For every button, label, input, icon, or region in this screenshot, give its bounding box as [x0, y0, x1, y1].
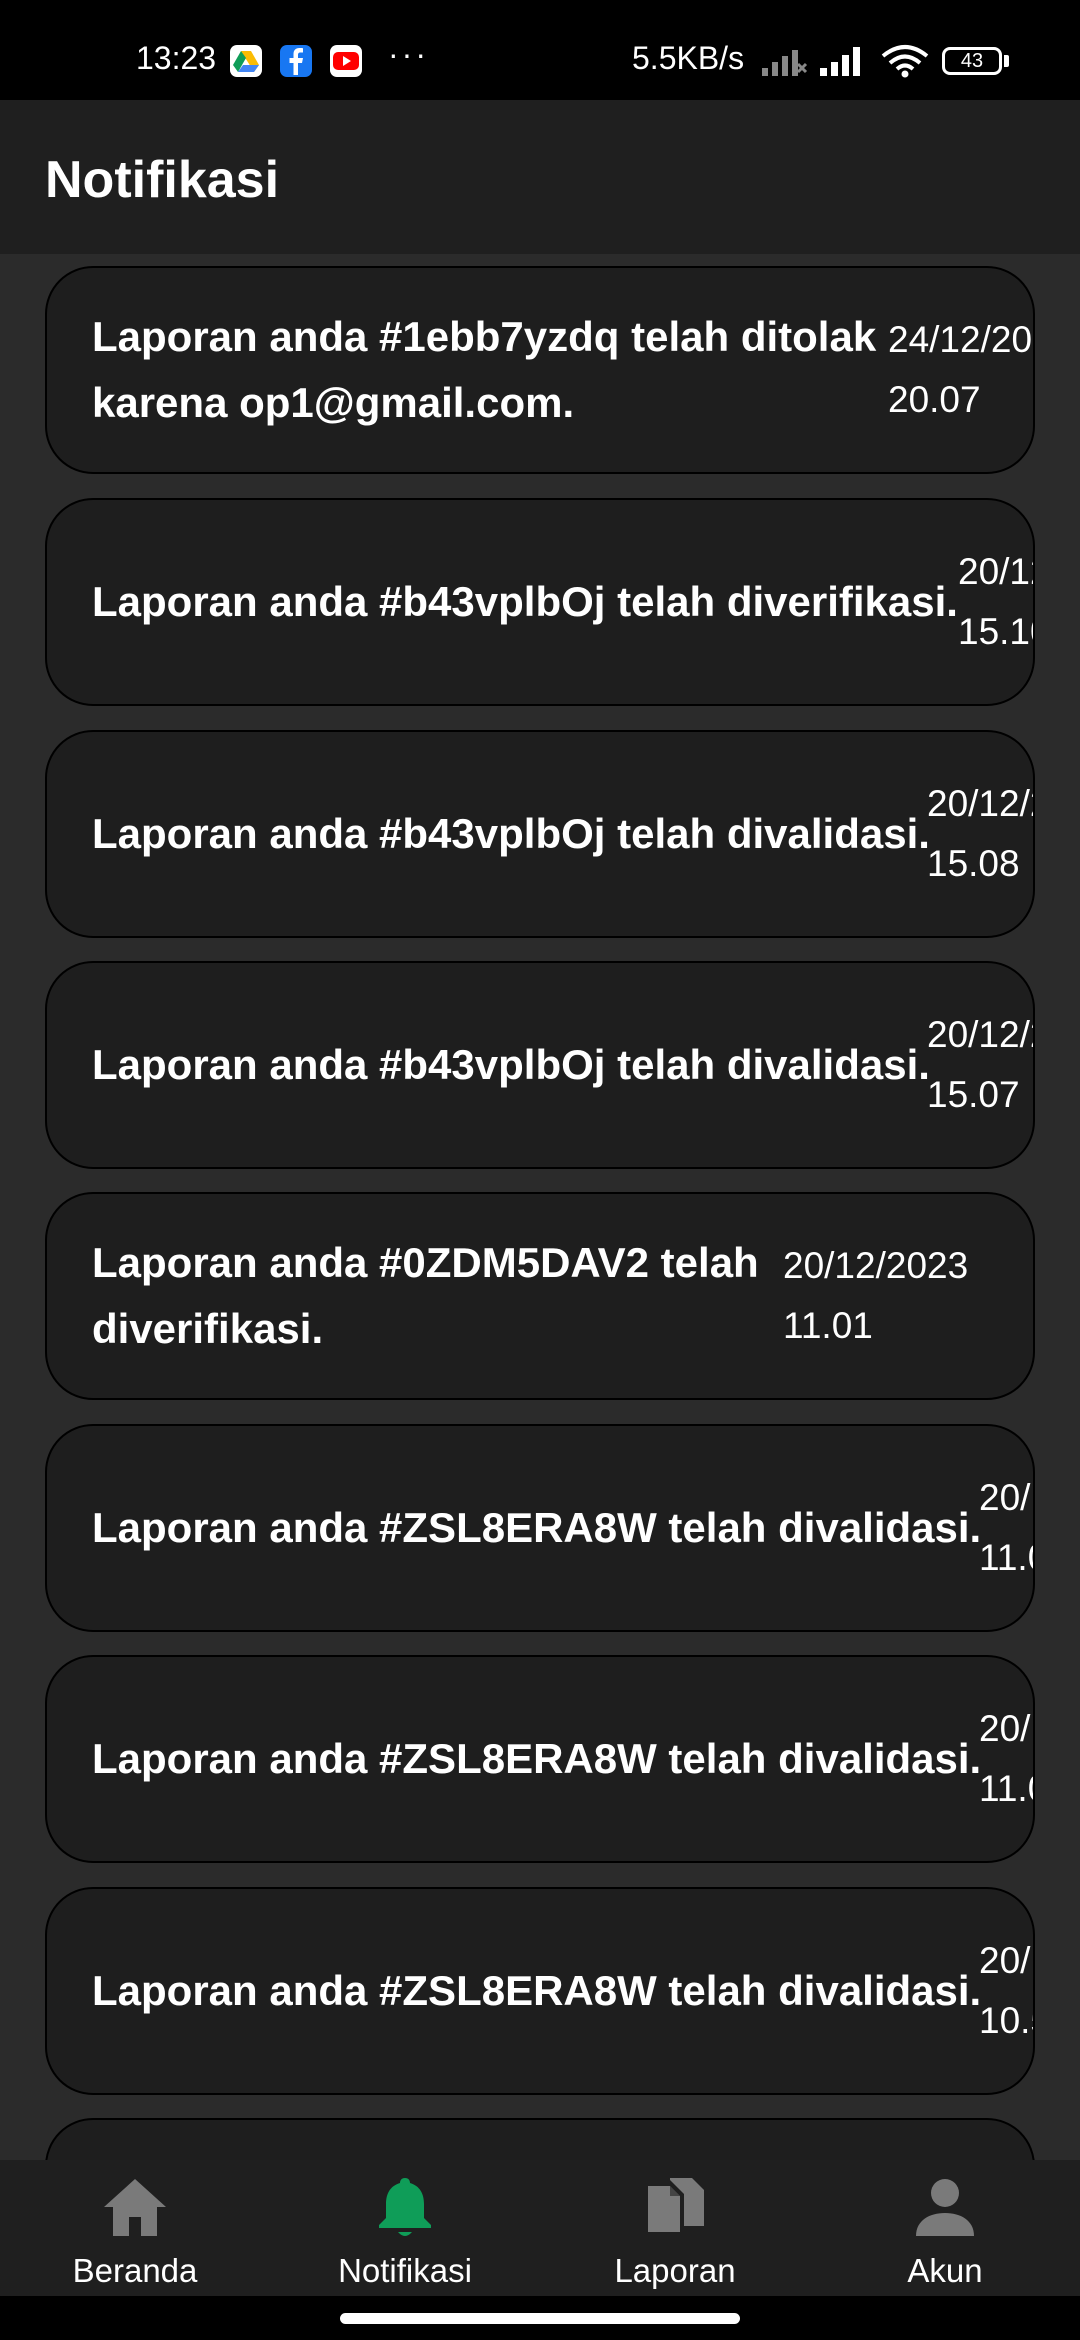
notification-card[interactable]: Laporan anda #b43vplbOj telah divalidasi… — [45, 730, 1035, 938]
network-speed: 5.5KB/s — [632, 40, 745, 76]
notification-card[interactable]: Laporan anda #ZSL8ERA8W telah divalidasi… — [45, 1655, 1035, 1863]
nav-beranda[interactable]: Beranda — [0, 2160, 270, 2296]
nav-notifikasi[interactable]: Notifikasi — [270, 2160, 540, 2296]
notification-message: Laporan anda #b43vplbOj telah divalidasi… — [92, 810, 930, 857]
notification-card[interactable]: Laporan anda #1ebb7yzdq telah ditolak ka… — [45, 266, 1035, 474]
notification-message: Laporan anda #ZSL8ERA8W telah divalidasi… — [92, 1504, 982, 1551]
google-drive-icon — [230, 45, 262, 77]
notifications-screen: 13:23 ··· 5.5KB/s 43 Notifikasi Laporan … — [0, 0, 1080, 2340]
notification-date: 20/12/2023 11.00 — [979, 1708, 1033, 1809]
notification-message: Laporan anda #b43vplbOj telah diverifika… — [92, 578, 958, 625]
notification-card[interactable]: Laporan anda #ZSL8ERA8W telah divalidasi… — [45, 1424, 1035, 1632]
notification-date: 24/12/2023 20.07 — [888, 319, 1033, 420]
notification-date: 20/12/2023 15.07 — [927, 1014, 1033, 1115]
person-icon — [916, 2179, 974, 2236]
notification-card[interactable]: Laporan anda #b43vplbOj telah divalidasi… — [45, 961, 1035, 1169]
battery-tip — [1004, 55, 1009, 67]
battery-icon: 43 — [942, 47, 1002, 75]
notification-date: 20/12/2023 11.00 — [979, 1477, 1033, 1578]
nav-label: Akun — [907, 2252, 983, 2289]
notification-message: Laporan anda #ZSL8ERA8W telah divalidasi… — [92, 1735, 982, 1782]
notification-message: Laporan anda #0ZDM5DAV2 telah diverifika… — [92, 1239, 759, 1352]
notification-date: 20/12/2023 15.10 — [958, 551, 1033, 652]
home-icon — [104, 2179, 166, 2236]
notification-card[interactable]: Laporan anda #ZSL8ERA8W telah divalidasi… — [45, 1887, 1035, 2095]
documents-icon — [648, 2178, 704, 2232]
youtube-icon — [330, 45, 362, 77]
nav-label: Beranda — [72, 2252, 198, 2289]
notification-message: Laporan anda #b43vplbOj telah divalidasi… — [92, 1041, 930, 1088]
notification-date: 20/12/2023 11.01 — [783, 1245, 969, 1346]
nav-laporan[interactable]: Laporan — [540, 2160, 810, 2296]
notification-card[interactable]: Laporan anda #b43vplbOj telah diverifika… — [45, 498, 1035, 706]
signal-sim1-icon — [818, 44, 868, 83]
notification-message: Laporan anda #ZSL8ERA8W telah divalidasi… — [92, 1967, 982, 2014]
page-title: Notifikasi — [45, 151, 280, 209]
nav-akun[interactable]: Akun — [810, 2160, 1080, 2296]
nav-label: Notifikasi — [338, 2252, 472, 2289]
notification-date: 20/12/2023 10.59 — [979, 1940, 1033, 2041]
bell-icon — [379, 2178, 431, 2236]
wifi-icon — [880, 44, 930, 83]
status-time: 13:23 — [136, 40, 217, 76]
nav-label: Laporan — [614, 2252, 736, 2289]
bottom-navigation: Beranda Notifikasi Laporan Akun — [0, 2160, 1080, 2296]
notification-card[interactable]: Laporan anda #0ZDM5DAV2 telah diverifika… — [45, 1192, 1035, 1400]
notification-list[interactable]: Laporan anda #1ebb7yzdq telah ditolak ka… — [0, 254, 1080, 2160]
facebook-icon — [280, 45, 312, 77]
notification-card-partial[interactable] — [45, 2118, 1035, 2160]
more-notifications-icon: ··· — [388, 36, 429, 72]
signal-sim2-icon — [760, 44, 810, 83]
status-bar: 13:23 ··· 5.5KB/s 43 — [0, 0, 1080, 100]
home-indicator[interactable] — [340, 2313, 740, 2324]
notification-date: 20/12/2023 15.08 — [927, 783, 1033, 884]
notification-message: Laporan anda #1ebb7yzdq telah ditolak ka… — [92, 313, 877, 426]
app-bar: Notifikasi — [0, 100, 1080, 254]
